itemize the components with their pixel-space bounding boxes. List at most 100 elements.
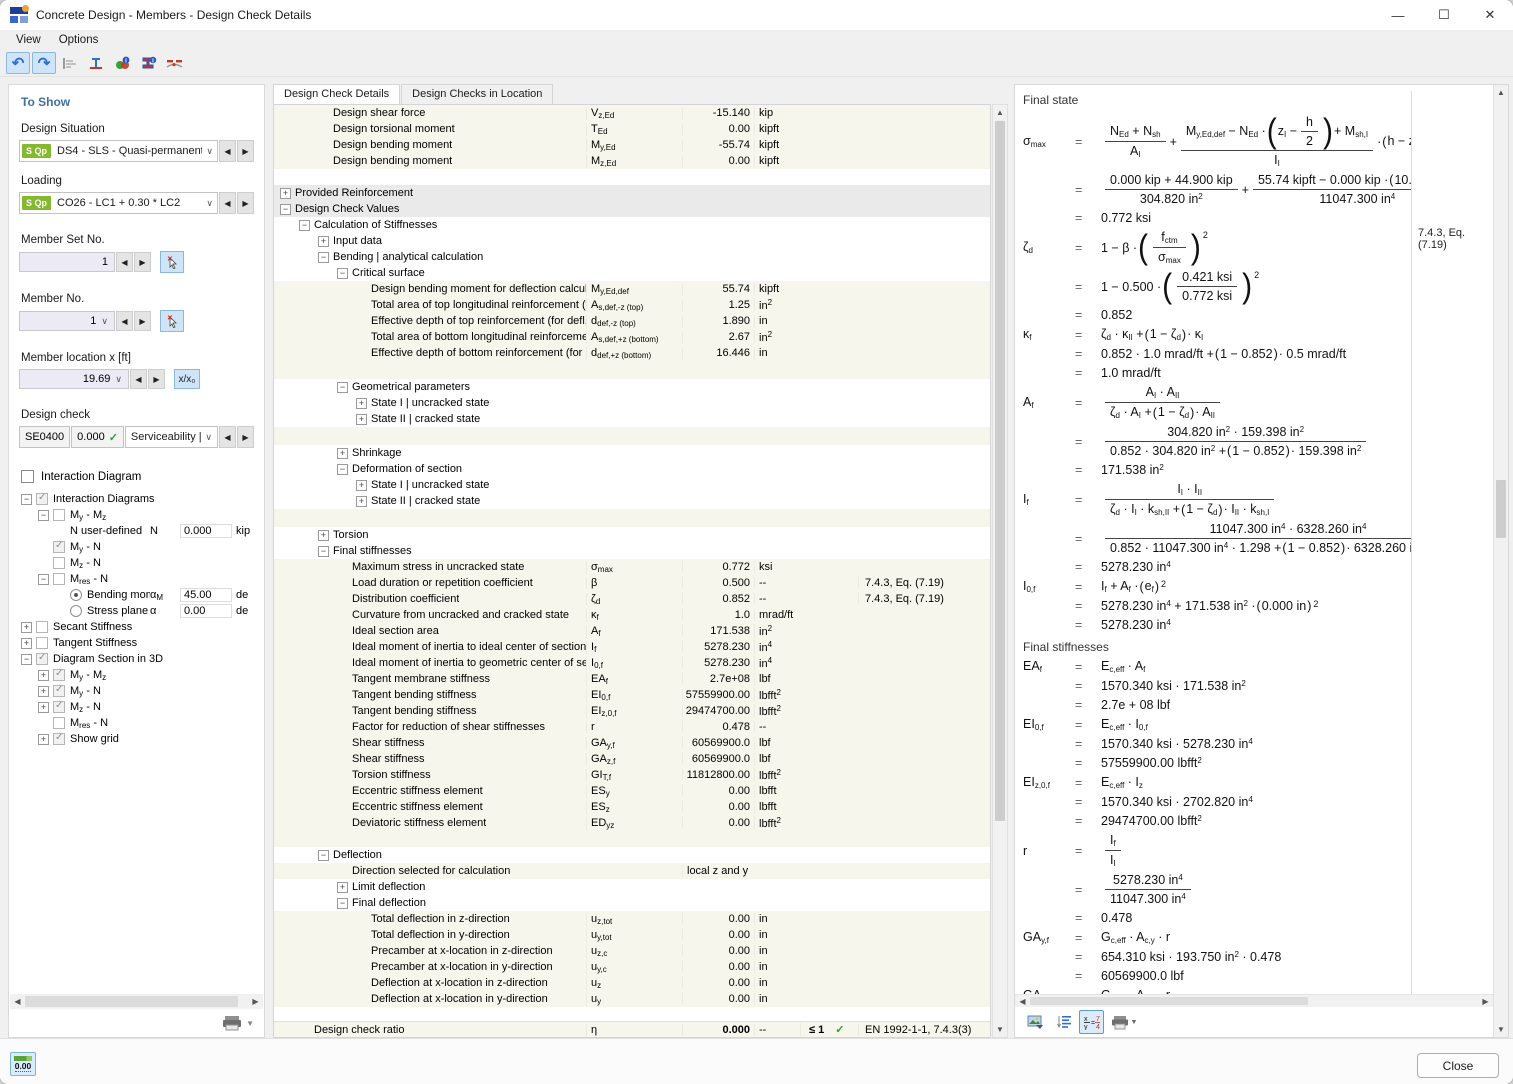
tree-item[interactable]: Stress plane anα 0.00 de xyxy=(19,603,254,619)
tree-item[interactable]: + Show grid xyxy=(19,731,254,747)
collapse-icon[interactable]: − xyxy=(21,653,32,665)
export-image-button[interactable] xyxy=(1023,1010,1048,1034)
table-row[interactable]: Eccentric stiffness element ESy 0.00 lbfft xyxy=(274,783,990,799)
scroll-right-icon[interactable]: ▶ xyxy=(1478,997,1493,1006)
member-pick-button[interactable]: ✕ xyxy=(160,310,184,332)
design-check-prev-button[interactable]: ◀ xyxy=(219,426,236,448)
tree-item[interactable]: − Interaction Diagrams xyxy=(19,491,254,507)
table-row[interactable]: Deviatoric stiffness element EDyz 0.00 lbff… xyxy=(274,815,990,831)
table-row[interactable]: + State I | uncracked state xyxy=(274,395,990,411)
loading-prev-button[interactable]: ◀ xyxy=(219,192,236,214)
table-row[interactable]: Ideal moment of inertia to geometric cen… xyxy=(274,655,990,671)
collapse-icon[interactable]: − xyxy=(280,203,291,215)
table-row[interactable]: − Calculation of Stiffnesses xyxy=(274,217,990,233)
expand-icon[interactable]: + xyxy=(280,187,291,199)
expand-icon[interactable]: + xyxy=(337,447,348,459)
design-situation-next-button[interactable]: ▶ xyxy=(237,140,254,162)
expand-icon[interactable]: + xyxy=(356,397,367,409)
tree-item[interactable]: + Tangent Stiffness xyxy=(19,635,254,651)
expand-icon[interactable]: + xyxy=(356,413,367,425)
collapse-icon[interactable]: − xyxy=(337,381,348,393)
checkbox-checked[interactable] xyxy=(53,732,65,745)
scroll-left-icon[interactable]: ◀ xyxy=(1015,997,1030,1006)
table-row[interactable]: Direction selected for calculation local … xyxy=(274,863,990,879)
table-row[interactable]: Total area of bottom longitudinal reinfo… xyxy=(274,329,990,345)
table-row[interactable]: − Geometrical parameters xyxy=(274,379,990,395)
maximize-button[interactable]: ☐ xyxy=(1421,0,1467,30)
print-formula-button[interactable]: ▼ xyxy=(1107,1010,1141,1034)
tree-item[interactable]: + My - Mz xyxy=(19,667,254,683)
scroll-up-icon[interactable]: ▲ xyxy=(993,105,1007,120)
radio-unselected[interactable] xyxy=(70,605,82,617)
table-row[interactable]: + State II | cracked state xyxy=(274,411,990,427)
member-set-prev-button[interactable]: ◀ xyxy=(116,252,133,272)
table-row[interactable]: Tangent bending stiffness EI0,f 57559900.0… xyxy=(274,687,990,703)
member-set-pick-button[interactable]: ✕ xyxy=(160,251,184,273)
show-values-button[interactable]: x y = 7 4 xyxy=(1079,1010,1104,1034)
collapse-icon[interactable]: − xyxy=(299,219,310,231)
tab-design-checks-in-location[interactable]: Design Checks in Location xyxy=(401,84,554,104)
collapse-icon[interactable]: − xyxy=(318,849,329,861)
table-row[interactable]: Shear stiffness GAz,f 60569900.0 lbf xyxy=(274,751,990,767)
table-row[interactable]: Precamber at x-location in z-direction uz… xyxy=(274,943,990,959)
expand-icon[interactable]: + xyxy=(38,733,49,745)
tree-item[interactable]: + Mz - N xyxy=(19,699,254,715)
table-row[interactable]: + Torsion xyxy=(274,527,990,543)
expand-icon[interactable]: + xyxy=(356,495,367,507)
checkbox-unchecked[interactable] xyxy=(53,573,65,585)
member-prev-button[interactable]: ◀ xyxy=(116,311,133,331)
tree-item[interactable]: + Secant Stiffness xyxy=(19,619,254,635)
print-dropdown-icon[interactable]: ▼ xyxy=(1131,1019,1138,1026)
scroll-left-icon[interactable]: ◀ xyxy=(10,997,25,1006)
member-set-input[interactable]: 1 xyxy=(19,252,115,272)
table-row[interactable]: Design bending moment My,Ed -55.74 kipft xyxy=(274,137,990,153)
result-diagram-button[interactable] xyxy=(58,52,82,74)
decimal-places-button[interactable]: 0.00 xyxy=(10,1052,36,1076)
interaction-diagram-checkbox[interactable] xyxy=(21,470,34,483)
table-row[interactable]: Distribution coefficient ζd 0.852 -- 7.4.3, … xyxy=(274,591,990,607)
checkbox-checked[interactable] xyxy=(36,652,48,665)
tree-item-value[interactable]: 0.00 xyxy=(180,604,232,618)
checkbox-checked[interactable] xyxy=(53,668,65,681)
table-row[interactable]: + Input data xyxy=(274,233,990,249)
result-values-button[interactable]: i xyxy=(110,52,134,74)
table-row[interactable]: − Final stiffnesses xyxy=(274,543,990,559)
design-situation-select[interactable]: S Qp DS4 - SLS - Quasi-permanent ∨ xyxy=(19,140,218,162)
table-row[interactable]: Deflection at x-location in z-direction u… xyxy=(274,975,990,991)
checkbox-unchecked[interactable] xyxy=(36,621,48,633)
tree-item[interactable]: Mres - N xyxy=(19,715,254,731)
tab-design-check-details[interactable]: Design Check Details xyxy=(273,84,401,104)
expand-icon[interactable]: + xyxy=(38,701,49,713)
minimize-button[interactable]: — xyxy=(1375,0,1421,30)
table-row[interactable]: Total deflection in z-direction uz,tot 0.0… xyxy=(274,911,990,927)
checkbox-checked[interactable] xyxy=(53,540,65,553)
print-icon[interactable] xyxy=(222,1015,242,1031)
table-row[interactable]: Ideal section area Af 171.538 in2 xyxy=(274,623,990,639)
table-row[interactable]: Design torsional moment TEd 0.00 kipft xyxy=(274,121,990,137)
collapse-icon[interactable]: − xyxy=(337,897,348,909)
checkbox-unchecked[interactable] xyxy=(36,637,48,649)
collapse-icon[interactable]: − xyxy=(38,573,49,585)
scroll-up-icon[interactable]: ▲ xyxy=(1494,85,1508,100)
table-row[interactable]: Design bending moment Mz,Ed 0.00 kipft xyxy=(274,153,990,169)
tree-item[interactable]: + My - N xyxy=(19,683,254,699)
loading-select[interactable]: S Qp CO26 - LC1 + 0.30 * LC2 ∨ xyxy=(19,192,218,214)
table-row[interactable]: Factor for reduction of shear stiffnesse… xyxy=(274,719,990,735)
table-row[interactable]: Ideal moment of inertia to ideal center … xyxy=(274,639,990,655)
design-situation-prev-button[interactable]: ◀ xyxy=(219,140,236,162)
expand-icon[interactable]: + xyxy=(356,479,367,491)
scroll-right-icon[interactable]: ▶ xyxy=(248,997,263,1006)
table-row[interactable]: Total area of top longitudinal reinforce… xyxy=(274,297,990,313)
expand-icon[interactable]: + xyxy=(318,529,329,541)
tree-item-value[interactable]: 45.00 xyxy=(180,588,232,602)
right-vscrollbar[interactable]: ▲ ▼ xyxy=(1493,85,1508,1037)
table-row[interactable]: Total deflection in y-direction uy,tot 0.0… xyxy=(274,927,990,943)
table-row[interactable]: + Limit deflection xyxy=(274,879,990,895)
expand-icon[interactable]: + xyxy=(21,621,32,633)
tree-item[interactable]: N user-defined N 0.000 kip xyxy=(19,523,254,539)
table-row[interactable]: Shear stiffness GAy,f 60569900.0 lbf xyxy=(274,735,990,751)
member-set-next-button[interactable]: ▶ xyxy=(134,252,151,272)
expand-icon[interactable]: + xyxy=(38,669,49,681)
redo-arrow-button[interactable]: ↷ xyxy=(32,52,56,74)
support-settings-button[interactable] xyxy=(84,52,108,74)
